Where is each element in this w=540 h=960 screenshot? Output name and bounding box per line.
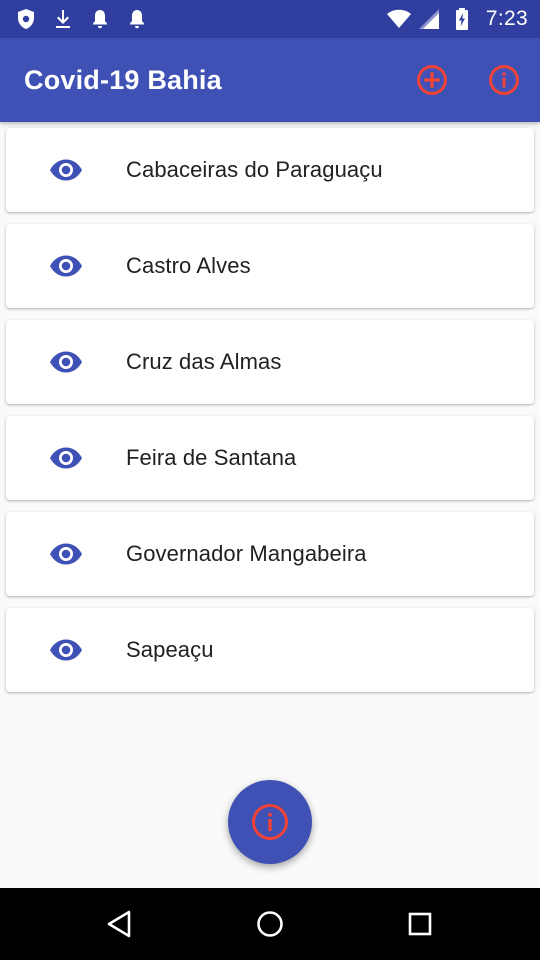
list-item[interactable]: Governador Mangabeira	[6, 512, 534, 596]
download-icon	[51, 7, 75, 31]
back-button[interactable]	[102, 906, 138, 942]
eye-icon[interactable]	[48, 635, 84, 665]
status-bar: 7:23	[0, 0, 540, 38]
notification-bell-icon	[125, 7, 149, 31]
wifi-icon	[386, 7, 411, 31]
city-name: Governador Mangabeira	[126, 541, 367, 566]
list-item[interactable]: Castro Alves	[6, 224, 534, 308]
add-city-button[interactable]	[412, 60, 452, 100]
eye-icon[interactable]	[48, 251, 84, 281]
list-item[interactable]: Feira de Santana	[6, 416, 534, 500]
app-title: Covid-19 Bahia	[24, 65, 222, 95]
eye-icon[interactable]	[48, 155, 84, 185]
eye-icon[interactable]	[48, 347, 84, 377]
app-screen: 7:23 Covid-19 Bahia Cabaceiras do Paragu…	[0, 0, 540, 960]
city-list: Cabaceiras do Paraguaçu Castro Alves Cru…	[6, 128, 534, 704]
city-name: Cabaceiras do Paraguaçu	[126, 157, 383, 182]
home-icon	[257, 911, 283, 937]
home-button[interactable]	[252, 906, 288, 942]
eye-icon[interactable]	[48, 539, 84, 569]
city-name: Castro Alves	[126, 253, 251, 278]
back-icon	[107, 910, 131, 938]
notification-bell-icon	[88, 7, 112, 31]
status-time: 7:23	[485, 7, 528, 30]
info-fab-button[interactable]	[228, 780, 312, 864]
city-name: Cruz das Almas	[126, 349, 282, 374]
city-name: Sapeaçu	[126, 637, 214, 662]
info-button[interactable]	[484, 60, 524, 100]
add-circle-icon	[417, 65, 447, 95]
app-bar: Covid-19 Bahia	[0, 38, 540, 122]
info-icon	[252, 804, 288, 840]
city-name: Feira de Santana	[126, 445, 297, 470]
cellular-signal-icon	[418, 7, 442, 31]
recents-button[interactable]	[402, 906, 438, 942]
list-item[interactable]: Cabaceiras do Paraguaçu	[6, 128, 534, 212]
list-item[interactable]: Sapeaçu	[6, 608, 534, 692]
battery-icon	[450, 7, 474, 31]
info-icon	[489, 65, 519, 95]
status-bar-system: 7:23	[386, 7, 528, 31]
shield-icon	[14, 7, 38, 31]
eye-icon[interactable]	[48, 443, 84, 473]
status-bar-notifications	[14, 7, 149, 31]
list-item[interactable]: Cruz das Almas	[6, 320, 534, 404]
recents-icon	[408, 912, 432, 936]
navigation-bar	[0, 888, 540, 960]
